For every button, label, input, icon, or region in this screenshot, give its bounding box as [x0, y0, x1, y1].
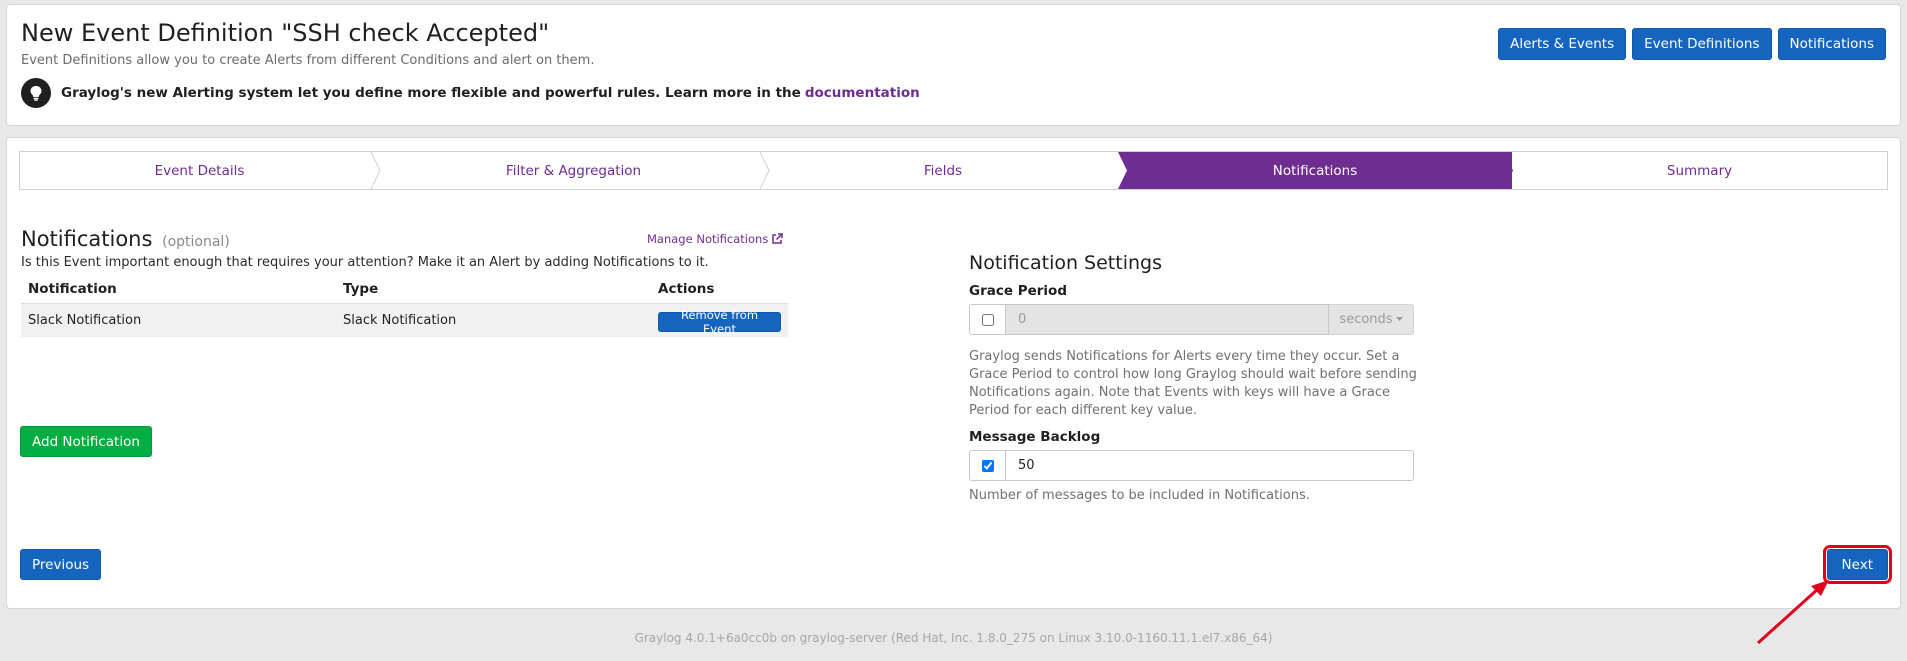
wizard-panel: Event Details Filter & Aggregation Field…: [6, 137, 1901, 609]
page-title: New Event Definition "SSH check Accepted…: [21, 19, 550, 47]
wizard-content: Notifications (optional) Manage Notifica…: [7, 190, 1900, 608]
previous-button[interactable]: Previous: [20, 549, 102, 580]
lightbulb-icon: [21, 78, 51, 108]
add-notification-button[interactable]: Add Notification: [20, 426, 152, 457]
column-header: Notification: [21, 276, 336, 304]
table-row: Slack Notification Slack Notification Re…: [21, 303, 788, 337]
column-header: Actions: [651, 276, 788, 304]
step-separator-icon: [760, 152, 770, 189]
page-header: New Event Definition "SSH check Accepted…: [6, 4, 1901, 126]
step-notifications[interactable]: Notifications: [1118, 152, 1513, 189]
notifications-intro: Is this Event important enough that requ…: [21, 255, 709, 270]
notifications-button[interactable]: Notifications: [1777, 28, 1886, 60]
grace-period-input[interactable]: 0: [1006, 304, 1329, 335]
notifications-heading: Notifications (optional): [21, 227, 230, 251]
step-label: Summary: [1666, 162, 1733, 179]
caret-down-icon: [1395, 317, 1403, 321]
grace-period-toggle: [969, 304, 1006, 335]
documentation-link[interactable]: documentation: [805, 85, 920, 101]
message-backlog-input[interactable]: 50: [1006, 450, 1414, 481]
step-label: Filter & Aggregation: [505, 162, 642, 179]
step-summary[interactable]: Summary: [1512, 152, 1887, 189]
grace-period-checkbox[interactable]: [981, 313, 994, 326]
grace-period-unit: seconds: [1339, 312, 1393, 327]
column-header: Type: [336, 276, 651, 304]
tip-text: Graylog's new Alerting system let you de…: [61, 85, 801, 101]
remove-from-event-button[interactable]: Remove from Event: [658, 308, 781, 336]
message-backlog-checkbox[interactable]: [981, 459, 994, 472]
event-definitions-button[interactable]: Event Definitions: [1632, 28, 1772, 60]
message-backlog-help: Number of messages to be included in Not…: [969, 488, 1310, 503]
manage-notifications-label: Manage Notifications: [647, 232, 769, 246]
optional-label: (optional): [162, 234, 230, 250]
manage-notifications-link[interactable]: Manage Notifications: [647, 232, 784, 246]
grace-period-unit-select[interactable]: seconds: [1329, 304, 1414, 335]
alerts-events-button[interactable]: Alerts & Events: [1498, 28, 1627, 60]
step-notch-icon: [1118, 152, 1127, 189]
table-header-row: Notification Type Actions: [21, 276, 788, 304]
header-button-group: Alerts & Events Event Definitions Notifi…: [1498, 28, 1886, 60]
settings-title: Notification Settings: [969, 252, 1162, 274]
step-separator-icon: [1504, 152, 1513, 189]
step-label: Event Details: [154, 162, 245, 179]
grace-period-help: Graylog sends Notifications for Alerts e…: [969, 349, 1417, 418]
notification-type-cell: Slack Notification: [336, 303, 651, 337]
message-backlog-group: 50: [969, 450, 1414, 481]
step-label: Notifications: [1272, 162, 1358, 179]
alerting-tip: Graylog's new Alerting system let you de…: [21, 78, 920, 108]
step-label: Fields: [923, 162, 963, 179]
actions-cell: Remove from Event: [651, 303, 788, 337]
notification-name-cell: Slack Notification: [21, 303, 336, 337]
annotation-arrow-icon: [1756, 580, 1829, 645]
grace-period-group: 0 seconds: [969, 304, 1414, 335]
notifications-table: Notification Type Actions Slack Notifica…: [21, 276, 788, 337]
message-backlog-label: Message Backlog: [969, 429, 1101, 445]
message-backlog-toggle: [969, 450, 1006, 481]
external-link-icon: [772, 233, 784, 244]
step-separator-icon: [371, 152, 381, 189]
notification-settings: Notification Settings Grace Period 0 sec…: [969, 252, 1419, 505]
notifications-heading-text: Notifications: [21, 227, 153, 251]
step-event-details[interactable]: Event Details: [20, 152, 381, 189]
wizard-steps: Event Details Filter & Aggregation Field…: [19, 151, 1888, 190]
next-button[interactable]: Next: [1822, 545, 1893, 584]
grace-period-label: Grace Period: [969, 283, 1067, 299]
page-description: Event Definitions allow you to create Al…: [21, 53, 595, 68]
step-fields[interactable]: Fields: [768, 152, 1118, 189]
step-filter-aggregation[interactable]: Filter & Aggregation: [379, 152, 770, 189]
footer-version: Graylog 4.0.1+6a0cc0b on graylog-server …: [634, 631, 1273, 645]
